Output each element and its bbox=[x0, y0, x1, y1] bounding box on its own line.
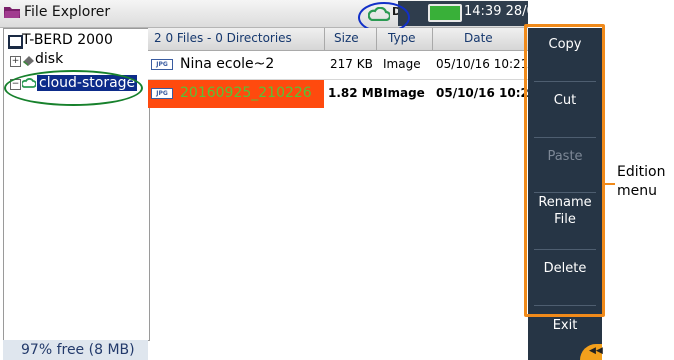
table-row-selected[interactable]: JPG 20160925_210226 1.82 MB Image 05/10/… bbox=[148, 80, 537, 108]
cloud-storage-highlight bbox=[4, 70, 143, 106]
folder-icon bbox=[4, 7, 20, 18]
storage-status: 97% free (8 MB) bbox=[3, 340, 148, 360]
exit-button[interactable]: Exit bbox=[528, 318, 602, 333]
file-name: 20160925_210226 bbox=[180, 85, 312, 101]
window-title: File Explorer bbox=[24, 4, 111, 20]
expand-icon[interactable]: + bbox=[10, 56, 21, 67]
edition-menu-highlight bbox=[524, 24, 605, 317]
tree-item-root[interactable]: T-BERD 2000 bbox=[22, 32, 113, 48]
title-bar: File Explorer DC 14:39 28/07/2016 bbox=[0, 0, 581, 28]
size-header[interactable]: Size bbox=[334, 31, 359, 45]
disk-icon bbox=[23, 56, 34, 66]
jpg-file-icon: JPG bbox=[151, 88, 173, 99]
file-size: 1.82 MB bbox=[328, 86, 383, 100]
file-name: Nina ecole~2 bbox=[180, 56, 275, 72]
file-type: Image bbox=[383, 86, 425, 100]
table-header: 2 0 Files - 0 Directories Size Type Date bbox=[148, 28, 528, 51]
device-icon bbox=[8, 35, 23, 49]
summary-header: 2 0 Files - 0 Directories bbox=[154, 31, 292, 45]
battery-icon bbox=[428, 4, 462, 22]
jpg-file-icon: JPG bbox=[151, 59, 173, 70]
table-row[interactable]: JPG Nina ecole~2 217 KB Image 05/10/16 1… bbox=[148, 51, 528, 80]
annotation-label: Edition menu bbox=[617, 163, 665, 201]
annotation-line: Edition bbox=[617, 164, 666, 180]
type-header[interactable]: Type bbox=[388, 31, 416, 45]
file-type: Image bbox=[383, 57, 421, 71]
tree-item-disk[interactable]: disk bbox=[35, 51, 63, 67]
file-date: 05/10/16 10:20 bbox=[436, 86, 538, 100]
file-date: 05/10/16 10:21 bbox=[436, 57, 529, 71]
file-table: 2 0 Files - 0 Directories Size Type Date… bbox=[148, 28, 537, 360]
file-size: 217 KB bbox=[330, 57, 373, 71]
annotation-line: menu bbox=[617, 183, 657, 199]
free-space-label: 97% free (8 MB) bbox=[21, 342, 135, 358]
double-chevron-icon: ◀◀ bbox=[589, 346, 603, 356]
clock: 14:39 28/07/2016 bbox=[464, 4, 581, 19]
annotation-pointer bbox=[603, 183, 615, 185]
date-header[interactable]: Date bbox=[464, 31, 493, 45]
